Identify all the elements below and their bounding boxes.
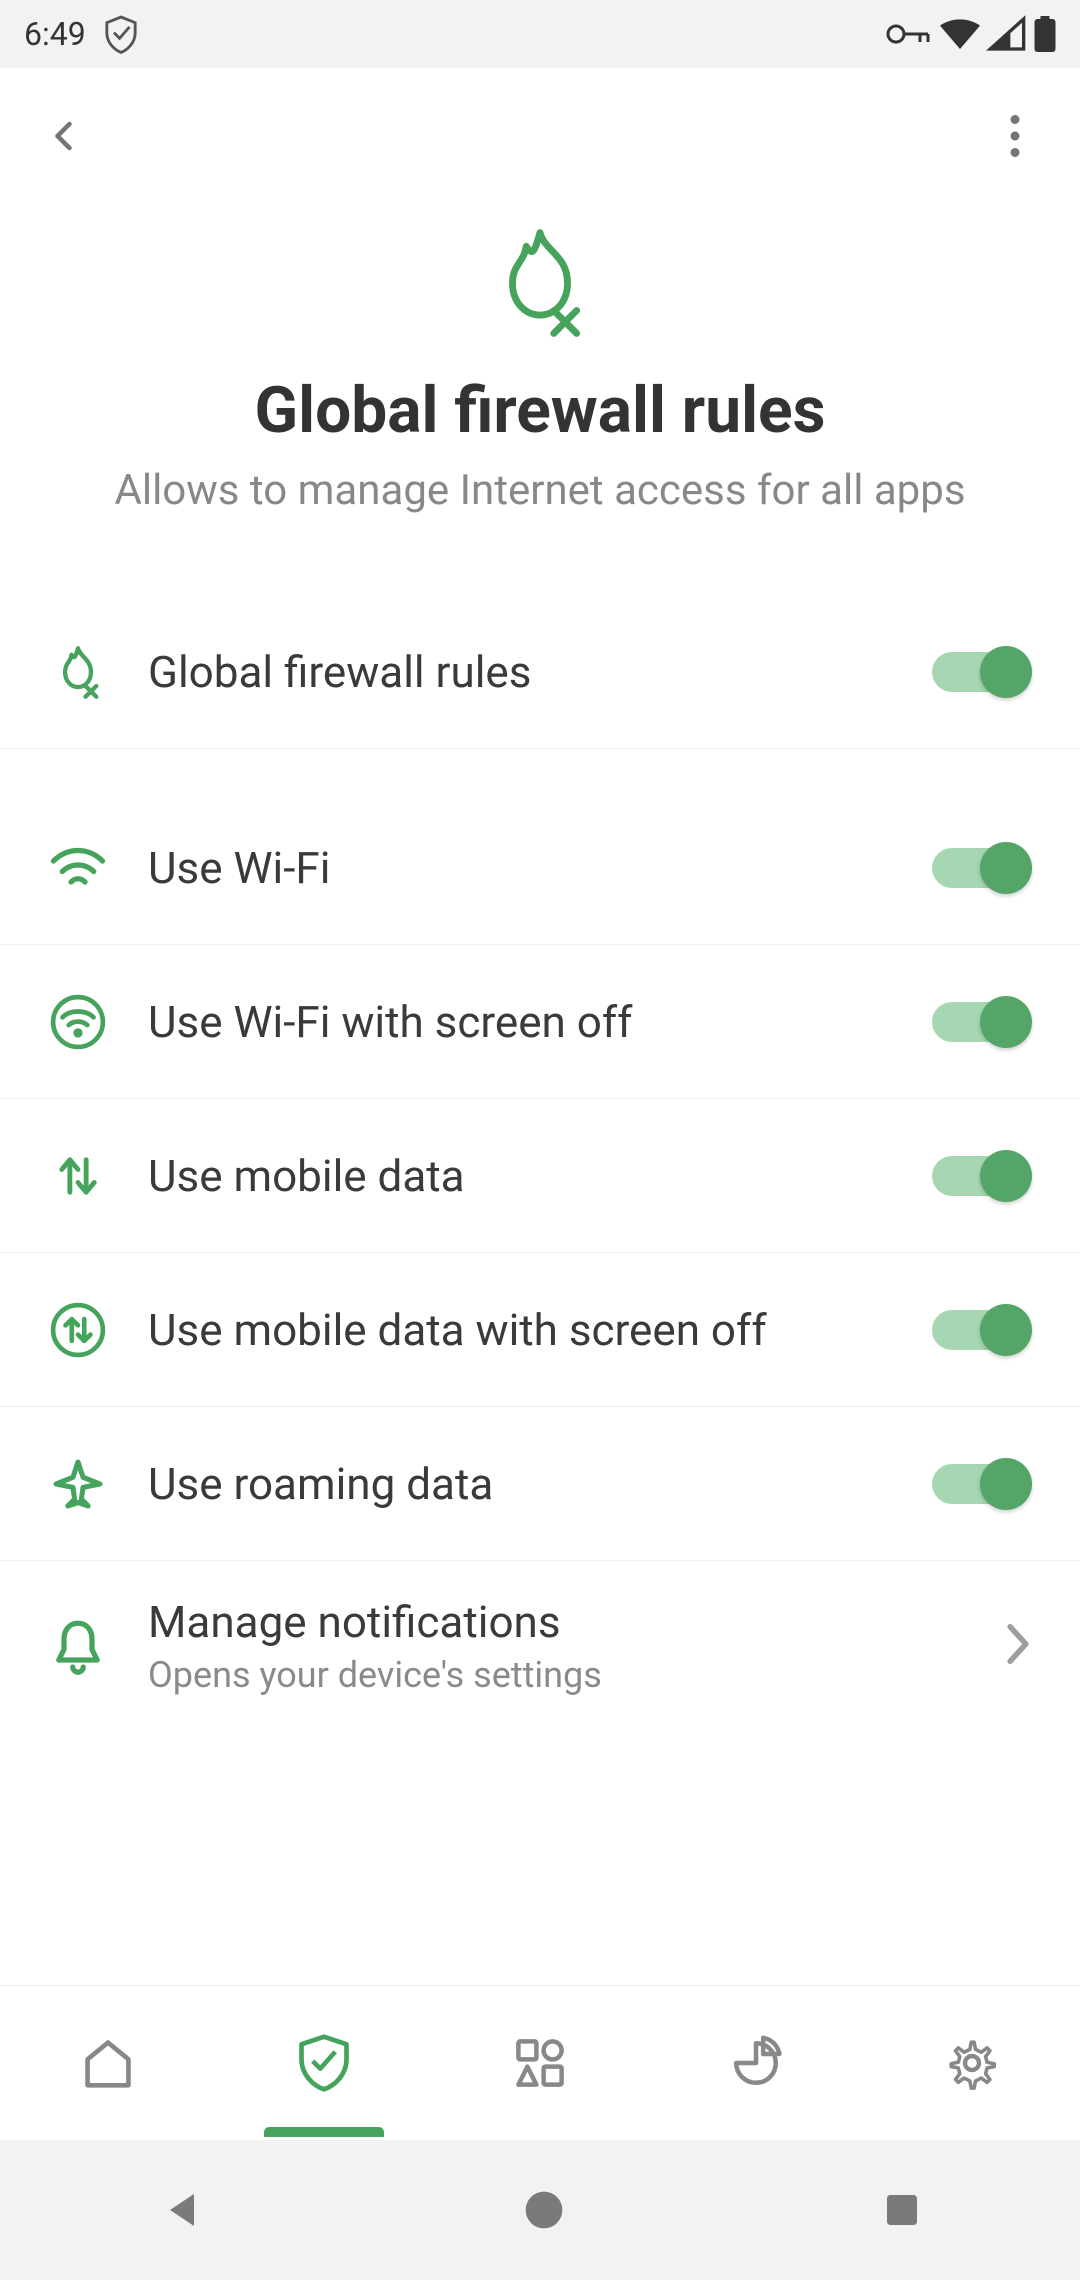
row-global-firewall[interactable]: Global firewall rules bbox=[0, 595, 1080, 749]
sys-recent-button[interactable] bbox=[882, 2190, 922, 2230]
row-roaming[interactable]: Use roaming data bbox=[0, 1407, 1080, 1561]
toggle-mobile-data[interactable] bbox=[932, 1149, 1032, 1203]
row-mobile-data-screen-off[interactable]: Use mobile data with screen off bbox=[0, 1253, 1080, 1407]
wifi-icon bbox=[48, 838, 108, 898]
system-nav-bar bbox=[0, 2140, 1080, 2280]
toggle-global-firewall[interactable] bbox=[932, 645, 1032, 699]
wifi-status-icon bbox=[940, 19, 980, 49]
nav-protection[interactable] bbox=[284, 2033, 364, 2093]
row-label: Use Wi-Fi with screen off bbox=[148, 996, 932, 1048]
nav-apps[interactable] bbox=[500, 2036, 580, 2090]
row-label: Use mobile data with screen off bbox=[148, 1304, 932, 1356]
mobile-data-screen-off-icon bbox=[48, 1300, 108, 1360]
cell-signal-icon bbox=[990, 19, 1024, 49]
vpn-key-icon bbox=[886, 23, 930, 45]
toggle-mobile-data-screen-off[interactable] bbox=[932, 1303, 1032, 1357]
status-time: 6:49 bbox=[24, 15, 86, 53]
toggle-wifi[interactable] bbox=[932, 841, 1032, 895]
row-label: Use Wi-Fi bbox=[148, 842, 932, 894]
page-header: Global firewall rules Allows to manage I… bbox=[0, 203, 1080, 595]
toggle-roaming[interactable] bbox=[932, 1457, 1032, 1511]
airplane-icon bbox=[48, 1454, 108, 1514]
bottom-nav bbox=[0, 1985, 1080, 2140]
row-wifi-screen-off[interactable]: Use Wi-Fi with screen off bbox=[0, 945, 1080, 1099]
row-sublabel: Opens your device's settings bbox=[148, 1654, 1004, 1696]
shield-status-icon bbox=[104, 14, 138, 54]
mobile-data-icon bbox=[48, 1146, 108, 1206]
bell-icon bbox=[48, 1616, 108, 1676]
back-button[interactable] bbox=[30, 101, 100, 171]
status-bar: 6:49 bbox=[0, 0, 1080, 68]
row-label: Use mobile data bbox=[148, 1150, 932, 1202]
nav-stats[interactable] bbox=[716, 2036, 796, 2090]
row-label: Global firewall rules bbox=[148, 646, 932, 698]
toggle-wifi-screen-off[interactable] bbox=[932, 995, 1032, 1049]
row-label: Use roaming data bbox=[148, 1458, 932, 1510]
wifi-screen-off-icon bbox=[48, 992, 108, 1052]
row-label: Manage notifications bbox=[148, 1596, 1004, 1648]
firewall-icon bbox=[48, 642, 108, 702]
nav-settings[interactable] bbox=[932, 2035, 1012, 2091]
row-mobile-data[interactable]: Use mobile data bbox=[0, 1099, 1080, 1253]
sys-back-button[interactable] bbox=[158, 2186, 206, 2234]
app-bar bbox=[0, 68, 1080, 203]
page-subtitle: Allows to manage Internet access for all… bbox=[114, 466, 965, 515]
row-wifi[interactable]: Use Wi-Fi bbox=[0, 791, 1080, 945]
sys-home-button[interactable] bbox=[522, 2188, 566, 2232]
page-title: Global firewall rules bbox=[255, 373, 826, 448]
row-manage-notifications[interactable]: Manage notifications Opens your device's… bbox=[0, 1561, 1080, 1731]
firewall-header-icon bbox=[480, 223, 600, 343]
nav-home[interactable] bbox=[68, 2037, 148, 2089]
more-options-button[interactable] bbox=[980, 101, 1050, 171]
settings-list: Global firewall rules Use Wi-Fi Use Wi-F… bbox=[0, 595, 1080, 1985]
chevron-right-icon bbox=[1004, 1622, 1032, 1670]
battery-status-icon bbox=[1034, 16, 1056, 52]
